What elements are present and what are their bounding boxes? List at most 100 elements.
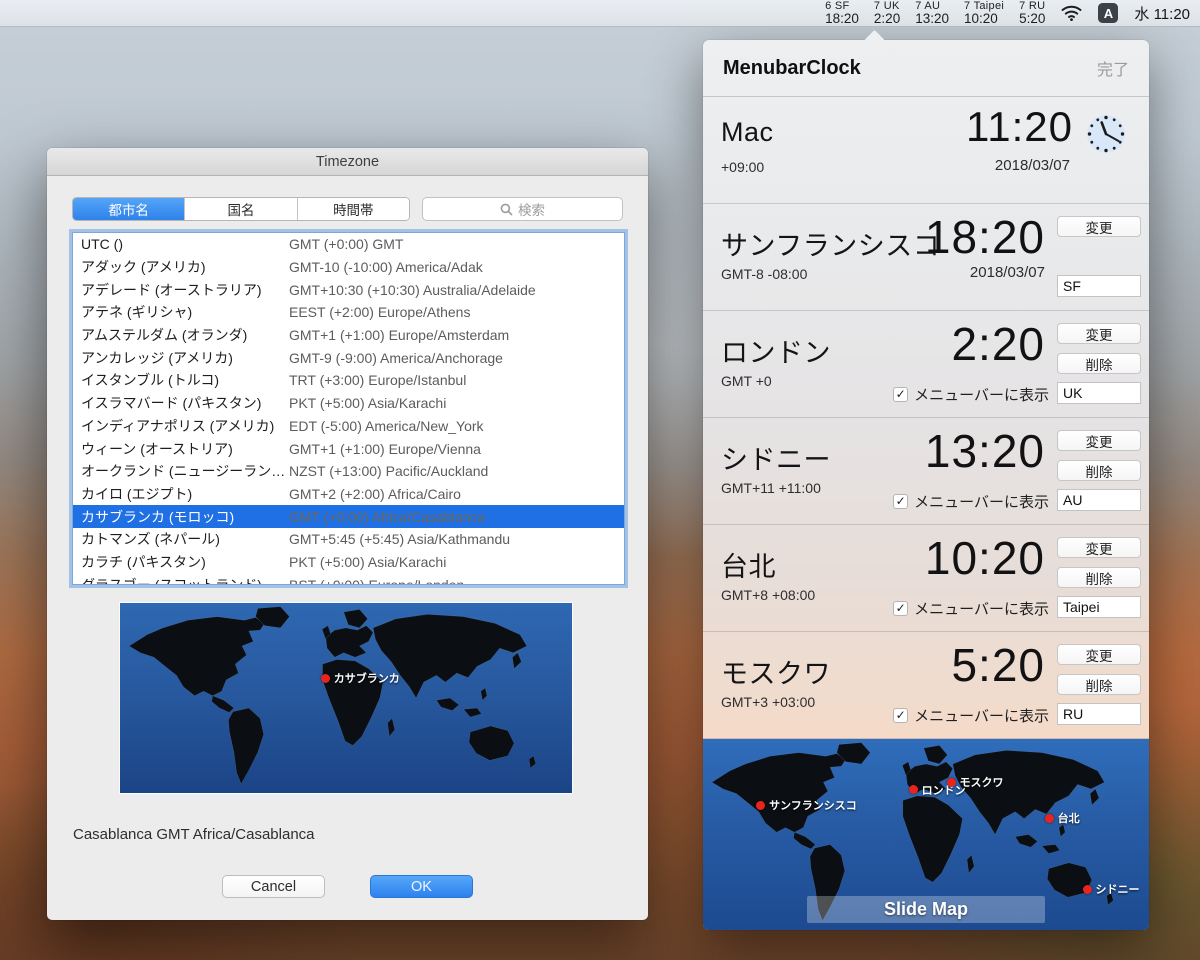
timezone-list-row[interactable]: UTC () GMT (+0:00) GMT: [73, 233, 624, 256]
marker-dot-icon: [909, 785, 918, 794]
selected-timezone-summary: Casablanca GMT Africa/Casablanca: [73, 826, 315, 843]
timezone-list-row[interactable]: オークランド (ニュージーラン… NZST (+13:00) Pacific/A…: [73, 460, 624, 483]
checkbox-icon[interactable]: ✓: [893, 708, 908, 723]
delete-button[interactable]: 削除: [1057, 567, 1141, 588]
tab-国名[interactable]: 国名: [185, 198, 297, 220]
desktop-wallpaper: 6 SF 18:20 7 UK 2:20 7 AU 13:20 7 Taipei…: [0, 0, 1200, 960]
show-in-menubar-checkbox[interactable]: ✓ メニューバーに表示: [893, 384, 1049, 405]
timezone-city: アダック (アメリカ): [73, 257, 289, 277]
city-time: 10:20: [925, 531, 1045, 585]
change-button[interactable]: 変更: [1057, 644, 1141, 665]
timezone-city: インディアナポリス (アメリカ): [73, 416, 289, 436]
timezone-list-row[interactable]: カサブランカ (モロッコ) GMT (+0:00) Africa/Casabla…: [73, 505, 624, 528]
tab-時間帯[interactable]: 時間帯: [298, 198, 409, 220]
timezone-list-row[interactable]: アデレード (オーストラリア) GMT+10:30 (+10:30) Austr…: [73, 278, 624, 301]
checkbox-label: メニューバーに表示: [914, 598, 1049, 619]
menubar-clock-item[interactable]: 7 UK 2:20: [874, 1, 900, 26]
timezone-info: GMT+2 (+2:00) Africa/Cairo: [289, 486, 624, 502]
tab-都市名[interactable]: 都市名: [73, 198, 185, 220]
change-button[interactable]: 変更: [1057, 537, 1141, 558]
city-time: 5:20: [951, 638, 1045, 692]
menubar-clock-time: 2:20: [874, 12, 900, 26]
change-button[interactable]: 変更: [1057, 216, 1141, 237]
checkbox-icon[interactable]: ✓: [893, 494, 908, 509]
world-clock-row: シドニー GMT+11 +11:00 13:20 変更 削除 ✓ メニューバーに…: [703, 418, 1149, 525]
menubarclock-panel: MenubarClock 完了 Mac +09:00 11:20 2018/03…: [703, 40, 1149, 930]
done-button[interactable]: 完了: [1097, 56, 1129, 80]
timezone-list-row[interactable]: アテネ (ギリシャ) EEST (+2:00) Europe/Athens: [73, 301, 624, 324]
timezone-info: GMT (+0:00) Africa/Casablanca: [289, 509, 624, 525]
menubar-clock-item[interactable]: 7 AU 13:20: [915, 1, 949, 26]
timezone-city: イスラマバード (パキスタン): [73, 393, 289, 413]
delete-button[interactable]: 削除: [1057, 460, 1141, 481]
change-button[interactable]: 変更: [1057, 430, 1141, 451]
timezone-info: TRT (+3:00) Europe/Istanbul: [289, 372, 624, 388]
timezone-list-row[interactable]: グラスゴー (スコットランド) BST (+0:00) Europe/Londo…: [73, 573, 624, 585]
timezone-city: アンカレッジ (アメリカ): [73, 348, 289, 368]
menubar-clock-time: 18:20: [825, 12, 859, 26]
menubar-clock-item[interactable]: 7 RU 5:20: [1019, 1, 1045, 26]
timezone-info: PKT (+5:00) Asia/Karachi: [289, 554, 624, 570]
timezone-list-row[interactable]: ウィーン (オーストリア) GMT+1 (+1:00) Europe/Vienn…: [73, 437, 624, 460]
ok-button[interactable]: OK: [370, 875, 473, 898]
timezone-city: カラチ (パキスタン): [73, 552, 289, 572]
search-input[interactable]: 検索: [422, 197, 623, 221]
cancel-button[interactable]: Cancel: [222, 875, 325, 898]
timezone-city: カトマンズ (ネパール): [73, 529, 289, 549]
marker-dot-icon: [1083, 885, 1092, 894]
map-city-marker: カサブランカ: [321, 670, 400, 686]
menubar-code-field[interactable]: [1057, 275, 1141, 297]
timezone-list-row[interactable]: イスラマバード (パキスタン) PKT (+5:00) Asia/Karachi: [73, 392, 624, 415]
menubar-code-field[interactable]: [1057, 596, 1141, 618]
menubar-clock-item[interactable]: 7 Taipei 10:20: [964, 1, 1004, 26]
city-date: 2018/03/07: [995, 157, 1070, 174]
checkbox-label: メニューバーに表示: [914, 384, 1049, 405]
timezone-list[interactable]: UTC () GMT (+0:00) GMT アダック (アメリカ) GMT-1…: [72, 232, 625, 585]
delete-button[interactable]: 削除: [1057, 674, 1141, 695]
timezone-city: イスタンブル (トルコ): [73, 370, 289, 390]
timezone-list-row[interactable]: カイロ (エジプト) GMT+2 (+2:00) Africa/Cairo: [73, 483, 624, 506]
timezone-list-row[interactable]: イスタンブル (トルコ) TRT (+3:00) Europe/Istanbul: [73, 369, 624, 392]
timezone-list-row[interactable]: カトマンズ (ネパール) GMT+5:45 (+5:45) Asia/Kathm…: [73, 528, 624, 551]
timezone-city: カサブランカ (モロッコ): [73, 507, 289, 527]
menubar-code-field[interactable]: [1057, 382, 1141, 404]
checkbox-icon[interactable]: ✓: [893, 601, 908, 616]
world-clock-row: サンフランシスコ GMT-8 -08:00 18:20 2018/03/07 変…: [703, 204, 1149, 311]
slide-map-button[interactable]: Slide Map: [807, 896, 1045, 923]
show-in-menubar-checkbox[interactable]: ✓ メニューバーに表示: [893, 491, 1049, 512]
world-clock-row: モスクワ GMT+3 +03:00 5:20 変更 削除 ✓ メニューバーに表示: [703, 632, 1149, 739]
change-button[interactable]: 変更: [1057, 323, 1141, 344]
timezone-list-row[interactable]: インディアナポリス (アメリカ) EDT (-5:00) America/New…: [73, 415, 624, 438]
wifi-icon[interactable]: [1061, 5, 1082, 21]
checkbox-label: メニューバーに表示: [914, 491, 1049, 512]
menubar-code-field[interactable]: [1057, 703, 1141, 725]
map-city-marker: サンフランシスコ: [756, 797, 857, 813]
city-time: 11:20: [966, 103, 1073, 151]
menubar-code-field[interactable]: [1057, 489, 1141, 511]
show-in-menubar-checkbox[interactable]: ✓ メニューバーに表示: [893, 598, 1049, 619]
city-gmt-offset: GMT+8 +08:00: [721, 587, 815, 603]
timezone-info: NZST (+13:00) Pacific/Auckland: [289, 463, 624, 479]
marker-dot-icon: [1045, 814, 1054, 823]
dialog-title-bar[interactable]: Timezone: [47, 148, 648, 176]
world-clock-row: Mac +09:00 11:20 2018/03/07: [703, 97, 1149, 204]
timezone-list-row[interactable]: アンカレッジ (アメリカ) GMT-9 (-9:00) America/Anch…: [73, 346, 624, 369]
timezone-list-row[interactable]: アダック (アメリカ) GMT-10 (-10:00) America/Adak: [73, 256, 624, 279]
menubar-clock-time: 5:20: [1019, 12, 1045, 26]
timezone-info: EDT (-5:00) America/New_York: [289, 418, 624, 434]
marker-label: モスクワ: [960, 774, 1004, 790]
system-clock[interactable]: 水 11:20: [1134, 3, 1190, 24]
show-in-menubar-checkbox[interactable]: ✓ メニューバーに表示: [893, 705, 1049, 726]
timezone-list-row[interactable]: カラチ (パキスタン) PKT (+5:00) Asia/Karachi: [73, 551, 624, 574]
menubar-clock-item[interactable]: 6 SF 18:20: [825, 1, 859, 26]
input-source-icon[interactable]: A: [1098, 3, 1118, 23]
marker-label: サンフランシスコ: [769, 797, 857, 813]
checkbox-icon[interactable]: ✓: [893, 387, 908, 402]
menubar-clock-time: 10:20: [964, 12, 1004, 26]
timezone-info: EEST (+2:00) Europe/Athens: [289, 304, 624, 320]
timezone-list-row[interactable]: アムステルダム (オランダ) GMT+1 (+1:00) Europe/Amst…: [73, 324, 624, 347]
city-gmt-offset: GMT+3 +03:00: [721, 694, 815, 710]
map-city-marker: 台北: [1045, 810, 1080, 826]
city-date: 2018/03/07: [970, 264, 1045, 281]
delete-button[interactable]: 削除: [1057, 353, 1141, 374]
